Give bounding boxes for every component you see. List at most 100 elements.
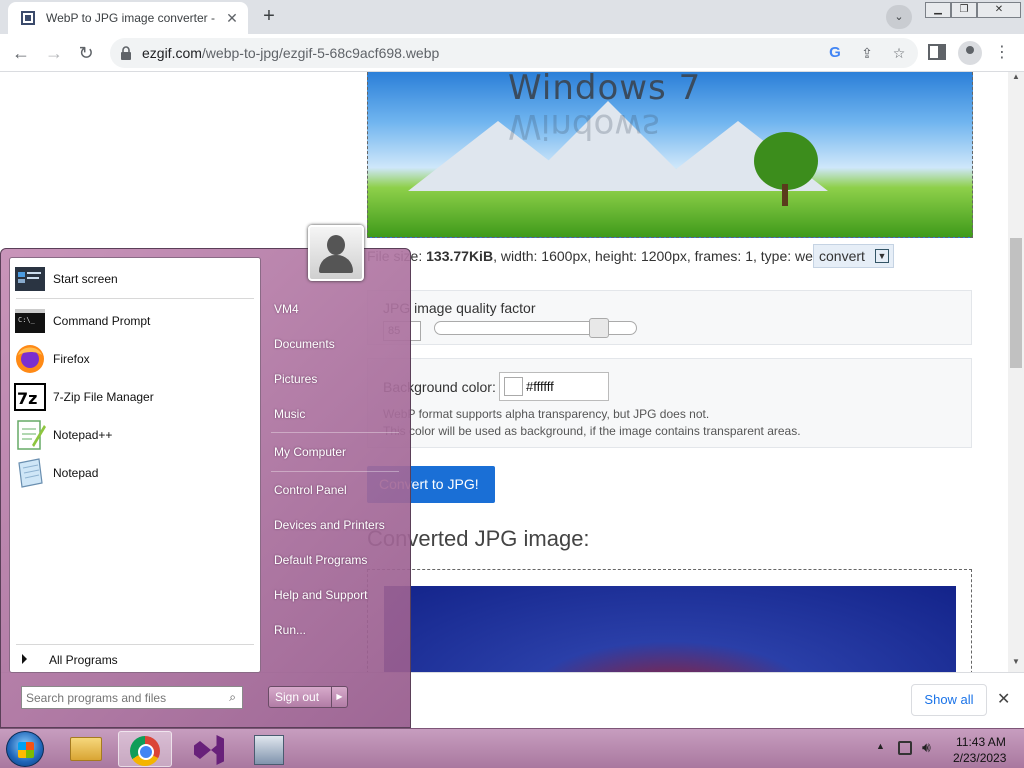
lock-icon	[121, 46, 131, 60]
clock-time[interactable]: 11:43 AM	[956, 735, 1006, 749]
tab-search-icon[interactable]: ⌄	[886, 5, 912, 29]
file-info-details: , width: 1600px, height: 1200px, frames:…	[493, 248, 829, 264]
folder-icon	[70, 737, 102, 761]
profile-icon[interactable]	[958, 41, 982, 65]
svg-text:C:\_: C:\_	[18, 316, 36, 324]
notepadpp-icon	[17, 420, 46, 450]
network-icon[interactable]	[898, 741, 912, 755]
start-menu-programs-pane: Start screen C:\_ Command Prompt Firefox…	[9, 257, 261, 673]
maximize-button[interactable]: ❐	[951, 2, 977, 18]
all-programs-item[interactable]: All Programs	[22, 653, 118, 667]
program-notepadpp[interactable]: Notepad++	[14, 418, 258, 452]
start-link-run[interactable]: Run...	[274, 623, 306, 637]
address-bar[interactable]: ezgif.com/webp-to-jpg/ezgif-5-68c9acf698…	[110, 38, 918, 68]
close-window-button[interactable]: ✕	[977, 2, 1021, 18]
chevron-right-icon	[22, 654, 27, 664]
menu-icon[interactable]: ⋮	[994, 43, 1010, 63]
program-label: Firefox	[53, 352, 90, 366]
star-icon[interactable]: ☆	[888, 43, 910, 63]
quality-slider[interactable]	[434, 318, 637, 338]
converted-image-box	[367, 569, 972, 672]
minimize-button[interactable]: ▁	[925, 2, 951, 18]
start-link-control-panel[interactable]: Control Panel	[274, 483, 347, 497]
program-command-prompt[interactable]: C:\_ Command Prompt	[14, 304, 258, 338]
scrollbar-thumb[interactable]	[1010, 238, 1022, 368]
url-host: ezgif.com	[142, 45, 202, 61]
close-download-bar-icon[interactable]: ✕	[997, 689, 1010, 709]
google-icon[interactable]: G	[824, 43, 846, 63]
background-note: This color will be used as background, i…	[383, 424, 801, 438]
chevron-right-icon[interactable]: ▶	[331, 687, 347, 707]
program-7zip[interactable]: 7z 7-Zip File Manager	[14, 380, 258, 414]
url-path: /webp-to-jpg/ezgif-5-68c9acf698.webp	[201, 45, 440, 61]
program-firefox[interactable]: Firefox	[14, 342, 258, 376]
start-menu-separator	[16, 644, 254, 645]
program-label: Command Prompt	[53, 314, 151, 328]
file-info: File size: 133.77KiB, width: 1600px, hei…	[367, 248, 829, 264]
taskbar-file-explorer[interactable]	[60, 731, 114, 767]
scroll-down-icon[interactable]: ▼	[1012, 657, 1020, 666]
reload-icon[interactable]: ↻	[74, 41, 98, 65]
start-menu-separator	[271, 432, 399, 433]
user-avatar-icon[interactable]	[308, 225, 364, 281]
arrow-down-icon: ▼	[874, 249, 889, 263]
tree-trunk-shape	[782, 184, 788, 206]
share-icon[interactable]: ⇪	[856, 43, 878, 63]
new-tab-button[interactable]: +	[256, 5, 282, 29]
show-all-button[interactable]: Show all	[911, 684, 987, 716]
side-panel-icon[interactable]	[928, 44, 946, 60]
program-notepad[interactable]: Notepad	[14, 456, 258, 490]
convert-dropdown-button[interactable]: convert ▼	[813, 244, 894, 268]
clock-date[interactable]: 2/23/2023	[953, 751, 1006, 765]
sign-out-label: Sign out	[275, 690, 320, 704]
start-link-devices-printers[interactable]: Devices and Printers	[274, 518, 385, 532]
search-icon: ⌕	[229, 690, 236, 704]
start-search-input[interactable]	[26, 689, 216, 706]
start-link-vm4[interactable]: VM4	[274, 302, 299, 316]
convert-dropdown-label: convert	[819, 248, 865, 264]
start-search-box[interactable]: ⌕	[21, 686, 243, 709]
url-text[interactable]: ezgif.com/webp-to-jpg/ezgif-5-68c9acf698…	[142, 45, 439, 61]
volume-icon[interactable]: 🔊︎	[922, 739, 931, 756]
program-start-screen[interactable]: Start screen	[14, 262, 258, 296]
chrome-icon	[130, 736, 160, 766]
start-link-my-computer[interactable]: My Computer	[274, 445, 346, 459]
webp-preview-image: Windows 7 Windows	[367, 72, 973, 238]
visual-studio-icon	[194, 735, 224, 765]
browser-toolbar: ← → ↻ ezgif.com/webp-to-jpg/ezgif-5-68c9…	[0, 34, 1024, 72]
start-button[interactable]	[6, 731, 44, 767]
scroll-up-icon[interactable]: ▲	[1012, 72, 1020, 81]
preview-logo-text: Windows 7	[508, 72, 702, 108]
show-hidden-icons-icon[interactable]: ▲	[876, 741, 885, 751]
start-link-documents[interactable]: Documents	[274, 337, 335, 351]
all-programs-label: All Programs	[49, 653, 118, 667]
tree-shape	[754, 132, 818, 190]
background-color-field[interactable]: #ffffff	[499, 372, 609, 401]
back-icon[interactable]: ←	[9, 41, 33, 65]
browser-tab[interactable]: WebP to JPG image converter - ✕	[8, 2, 248, 34]
taskbar-chrome[interactable]	[118, 731, 172, 767]
avatar-head	[327, 235, 345, 255]
windows-logo-icon	[18, 742, 34, 758]
quality-panel: JPG image quality factor 85	[367, 290, 972, 345]
command-prompt-icon: C:\_	[15, 309, 45, 333]
start-link-pictures[interactable]: Pictures	[274, 372, 317, 386]
taskbar-visual-studio[interactable]	[182, 731, 236, 767]
start-link-help-support[interactable]: Help and Support	[274, 588, 367, 602]
page-scrollbar[interactable]: ▲ ▼	[1008, 72, 1024, 672]
quality-slider-thumb[interactable]	[589, 318, 609, 338]
color-swatch[interactable]	[504, 377, 523, 396]
taskbar-tool[interactable]	[242, 731, 296, 767]
7zip-icon: 7z	[14, 383, 46, 411]
start-menu-separator	[16, 298, 254, 299]
firefox-icon	[16, 345, 44, 373]
sign-out-button[interactable]: Sign out ▶	[268, 686, 348, 708]
tab-close-icon[interactable]: ✕	[224, 10, 240, 27]
converted-jpg-image	[384, 586, 956, 672]
start-link-music[interactable]: Music	[274, 407, 305, 421]
forward-icon[interactable]: →	[42, 41, 66, 65]
program-label: Start screen	[53, 272, 118, 286]
start-screen-icon	[15, 267, 45, 291]
tab-title: WebP to JPG image converter -	[46, 11, 215, 25]
start-link-default-programs[interactable]: Default Programs	[274, 553, 367, 567]
